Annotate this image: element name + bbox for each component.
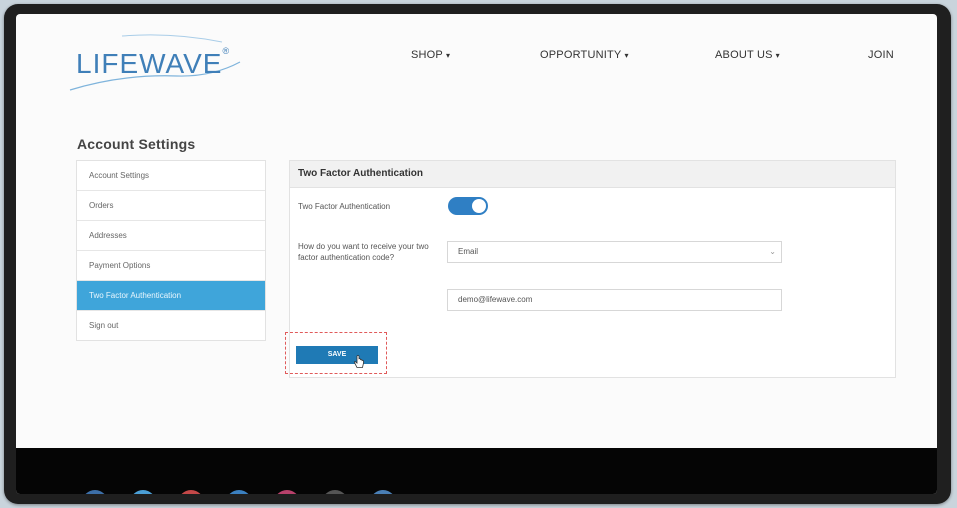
nav-about-us[interactable]: ABOUT US ▾ — [715, 49, 780, 61]
method-label: How do you want to receive your two fact… — [298, 242, 429, 262]
social-circle-icon[interactable] — [178, 490, 204, 494]
sidebar-item-sign-out[interactable]: Sign out — [77, 311, 265, 340]
sidebar-item-orders[interactable]: Orders — [77, 191, 265, 221]
social-circle-icon[interactable] — [370, 490, 396, 494]
toggle-knob — [472, 199, 486, 213]
panel-title: Two Factor Authentication — [290, 161, 895, 188]
site-header: LIFEWAVE® SHOP ▾ OPPORTUNITY ▾ ABOUT US ▾ J… — [16, 14, 937, 104]
sidebar-item-two-factor-authentication[interactable]: Two Factor Authentication — [77, 281, 265, 311]
email-field-value: demo@lifewave.com — [458, 295, 533, 304]
sidebar-item-addresses[interactable]: Addresses — [77, 221, 265, 251]
page-title: Account Settings — [77, 136, 196, 152]
social-circle-icon[interactable] — [82, 490, 108, 494]
account-sidebar: Account Settings Orders Addresses Paymen… — [76, 160, 266, 341]
social-circle-icon[interactable] — [226, 490, 252, 494]
save-button[interactable]: SAVE — [296, 346, 378, 364]
sidebar-item-account-settings[interactable]: Account Settings — [77, 161, 265, 191]
lifewave-logo[interactable]: LIFEWAVE® — [62, 32, 252, 92]
email-field[interactable]: demo@lifewave.com — [447, 289, 782, 311]
hand-pointer-icon — [354, 355, 364, 368]
caret-down-icon: ▾ — [624, 51, 629, 60]
caret-down-icon: ▾ — [445, 51, 451, 60]
nav-shop[interactable]: SHOP ▾ — [411, 49, 450, 61]
social-circle-icon[interactable] — [274, 490, 300, 494]
site-footer — [16, 448, 937, 494]
method-select[interactable]: Email ⌄ — [447, 241, 782, 263]
browser-viewport: LIFEWAVE® SHOP ▾ OPPORTUNITY ▾ ABOUT US ▾ J… — [16, 14, 937, 494]
sidebar-item-payment-options[interactable]: Payment Options — [77, 251, 265, 281]
chevron-down-icon: ⌄ — [769, 247, 776, 256]
toggle-label: Two Factor Authentication — [298, 202, 391, 211]
caret-down-icon: ▾ — [775, 51, 780, 60]
logo-text: LIFEWAVE — [76, 48, 223, 79]
nav-opportunity[interactable]: OPPORTUNITY ▾ — [540, 49, 629, 61]
nav-join[interactable]: JOIN — [868, 49, 894, 61]
social-circle-icon[interactable] — [130, 490, 156, 494]
device-frame: LIFEWAVE® SHOP ▾ OPPORTUNITY ▾ ABOUT US ▾ J… — [4, 4, 951, 504]
method-select-value: Email — [458, 247, 479, 256]
two-factor-toggle[interactable] — [448, 197, 488, 215]
social-circle-icon[interactable] — [322, 490, 348, 494]
registered-mark: ® — [222, 46, 231, 56]
